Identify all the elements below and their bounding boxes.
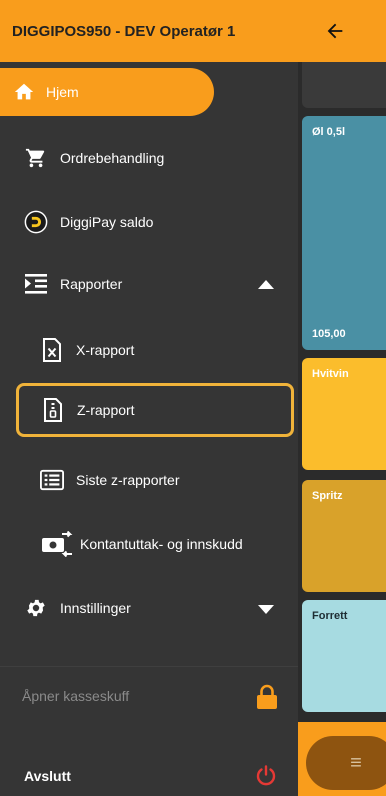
- cart-icon: [24, 146, 48, 170]
- product-name: Hvitvin: [312, 368, 349, 380]
- nav-item-diggipay[interactable]: DiggiPay saldo: [0, 202, 298, 242]
- z-document-icon: [41, 398, 65, 422]
- menu-button[interactable]: ≡: [306, 736, 386, 790]
- nav-item-exit[interactable]: Avslutt: [0, 756, 298, 796]
- gear-icon: [24, 596, 48, 620]
- x-document-icon: [40, 338, 64, 362]
- nav-item-reports[interactable]: Rapporter: [0, 264, 298, 304]
- nav-item-label: Siste z-rapporter: [76, 472, 180, 488]
- chevron-down-icon[interactable]: [258, 602, 274, 618]
- chevron-up-icon[interactable]: [258, 276, 274, 292]
- arrow-left-icon: [327, 23, 343, 39]
- nav-item-orders[interactable]: Ordrebehandling: [0, 138, 298, 178]
- back-button[interactable]: [318, 14, 352, 48]
- drawer-header: DIGGIPOS950 - DEV Operatør 1: [0, 0, 298, 62]
- product-name: Øl 0,5l: [312, 126, 346, 138]
- list-icon: [40, 468, 64, 492]
- product-tile[interactable]: Spritz: [302, 480, 386, 592]
- nav-item-label: Åpner kasseskuff: [22, 688, 130, 704]
- nav-item-label: Ordrebehandling: [60, 150, 165, 166]
- nav-item-label: Z-rapport: [77, 402, 135, 418]
- product-name: Forrett: [312, 610, 348, 622]
- lock-icon: [256, 684, 278, 713]
- product-tile[interactable]: Hvitvin: [302, 358, 386, 470]
- nav-subitem-latest-z-reports[interactable]: Siste z-rapporter: [0, 460, 298, 500]
- power-icon: [254, 764, 278, 791]
- navigation-drawer: DIGGIPOS950 - DEV Operatør 1 Hjem Ordreb…: [0, 0, 298, 796]
- nav-item-label: Innstillinger: [60, 600, 131, 616]
- nav-item-label: X-rapport: [76, 342, 135, 358]
- nav-item-label: Avslutt: [24, 768, 71, 784]
- nav-item-label: Rapporter: [60, 276, 123, 292]
- hamburger-icon: ≡: [350, 751, 362, 774]
- nav-item-label: Kontantuttak- og innskudd: [80, 536, 243, 552]
- nav-subitem-x-report[interactable]: X-rapport: [0, 330, 298, 370]
- nav-subitem-z-report[interactable]: Z-rapport: [16, 383, 294, 437]
- home-icon: [12, 80, 36, 104]
- product-tile[interactable]: Øl 0,5l 105,00: [302, 116, 386, 350]
- nav-item-label: Hjem: [46, 84, 79, 100]
- product-tile-empty[interactable]: [302, 62, 386, 108]
- product-name: Spritz: [312, 490, 343, 502]
- report-list-icon: [24, 272, 48, 296]
- nav-item-open-drawer[interactable]: Åpner kasseskuff: [0, 676, 298, 716]
- nav-subitem-cash[interactable]: Kontantuttak- og innskudd: [0, 524, 298, 564]
- drawer-title: DIGGIPOS950 - DEV Operatør 1: [12, 22, 236, 40]
- nav-item-label: DiggiPay saldo: [60, 214, 154, 230]
- product-price: 105,00: [312, 328, 346, 340]
- diggipay-logo-icon: [24, 210, 48, 234]
- divider: [0, 666, 298, 667]
- nav-item-settings[interactable]: Innstillinger: [0, 588, 298, 628]
- product-tile[interactable]: Forrett: [302, 600, 386, 712]
- cash-transfer-icon: [40, 531, 74, 557]
- nav-item-home[interactable]: Hjem: [0, 68, 214, 116]
